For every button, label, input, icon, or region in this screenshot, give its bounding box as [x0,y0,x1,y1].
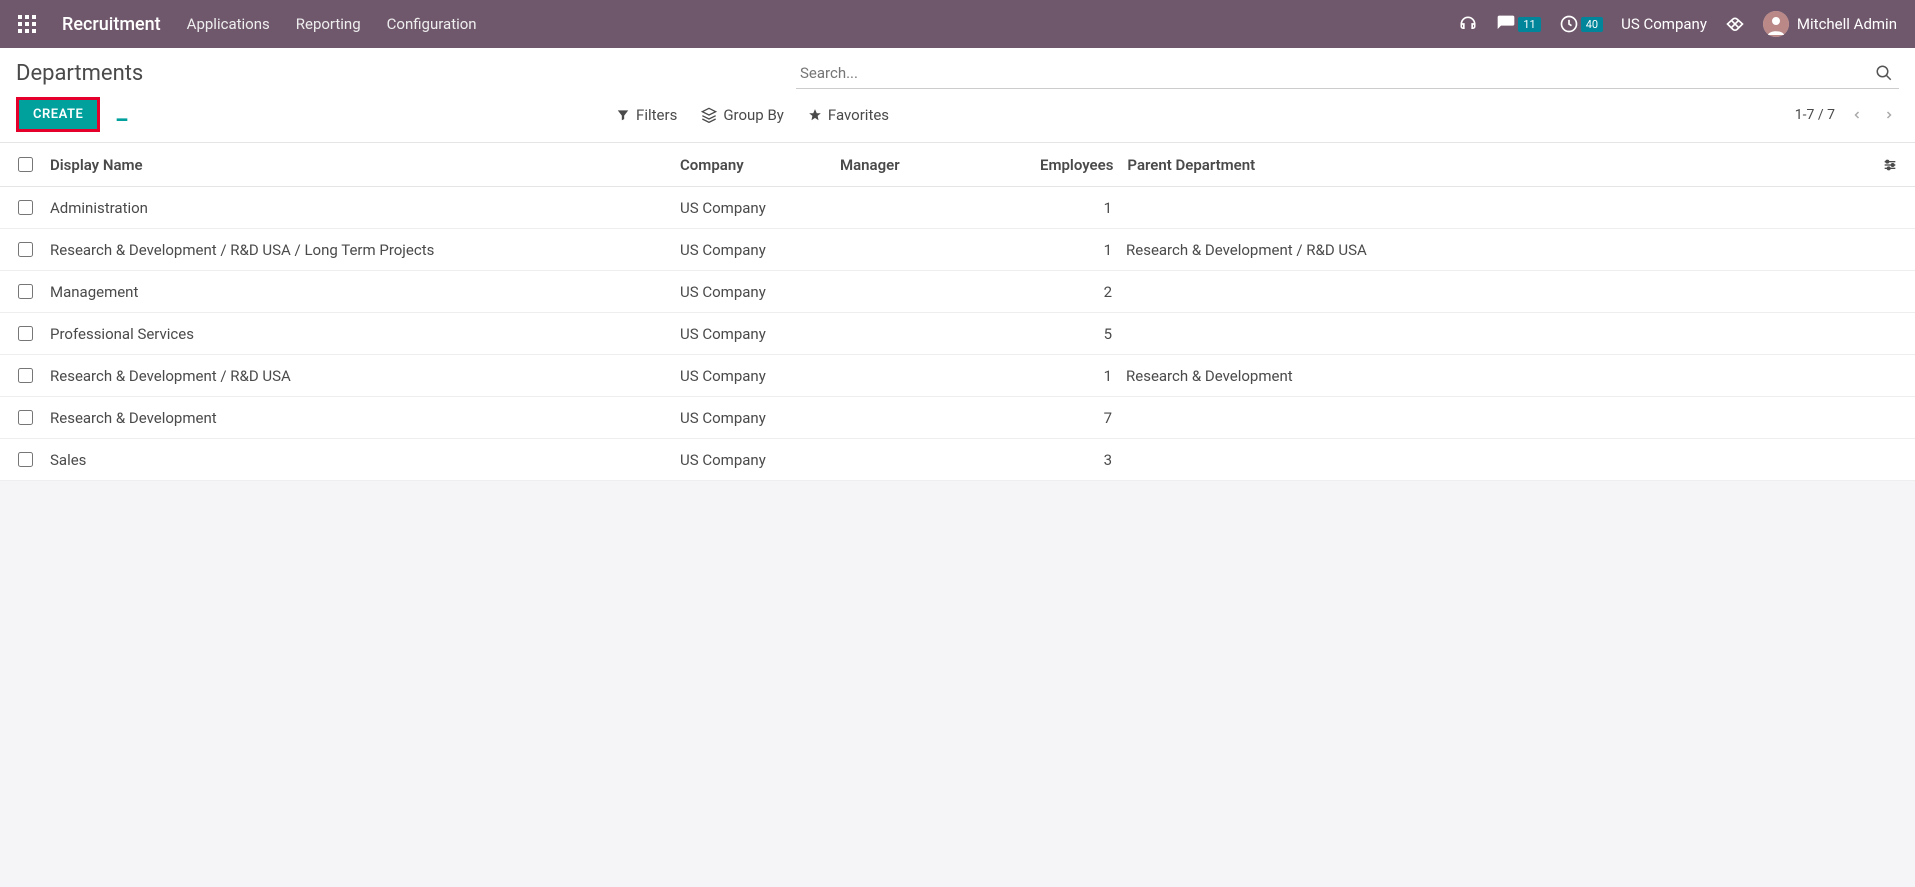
groupby-button[interactable]: Group By [701,106,784,124]
user-menu[interactable]: Mitchell Admin [1763,11,1897,37]
cell-parent-dept: Research & Development / R&D USA [1120,241,1865,259]
row-checkbox[interactable] [18,242,33,257]
row-checkbox[interactable] [18,326,33,341]
create-button[interactable]: CREATE [16,97,100,132]
cell-display-name: Research & Development / R&D USA / Long … [50,241,680,259]
menu-configuration[interactable]: Configuration [387,15,477,33]
col-manager[interactable]: Manager [840,156,1040,174]
cell-employees: 7 [1040,409,1120,427]
menu-reporting[interactable]: Reporting [296,15,361,33]
col-display-name[interactable]: Display Name [50,156,680,174]
cell-company: US Company [680,409,840,427]
cell-display-name: Research & Development / R&D USA [50,367,680,385]
groupby-label: Group By [723,106,784,124]
cell-employees: 1 [1040,367,1120,385]
topbar-left: Recruitment Applications Reporting Confi… [18,14,477,35]
controlbar: Departments CREATE Filters Group By Favo… [0,48,1915,143]
filters-button[interactable]: Filters [616,106,677,124]
user-name: Mitchell Admin [1797,15,1897,33]
table-row[interactable]: AdministrationUS Company 1 [0,187,1915,229]
col-employees[interactable]: Employees [1040,156,1121,174]
activities-icon[interactable]: 40 [1559,14,1603,34]
topbar-right: 11 40 US Company Mitchell Admin [1458,11,1897,37]
cell-company: US Company [680,325,840,343]
search-icon[interactable] [1869,64,1899,82]
brand-title[interactable]: Recruitment [62,14,161,35]
search-bar[interactable] [796,58,1899,89]
cell-company: US Company [680,451,840,469]
list-header: Display Name Company Manager Employees P… [0,143,1915,187]
avatar [1763,11,1789,37]
pager-text[interactable]: 1-7 / 7 [1795,107,1835,123]
row-checkbox[interactable] [18,452,33,467]
row-checkbox[interactable] [18,368,33,383]
cell-company: US Company [680,283,840,301]
cell-company: US Company [680,241,840,259]
menu-applications[interactable]: Applications [187,15,270,33]
cell-display-name: Management [50,283,680,301]
filters-label: Filters [636,106,677,124]
list-view: Display Name Company Manager Employees P… [0,143,1915,481]
cell-display-name: Professional Services [50,325,680,343]
favorites-button[interactable]: Favorites [808,106,889,124]
import-icon[interactable] [114,107,130,123]
row-checkbox[interactable] [18,410,33,425]
star-icon [808,108,822,122]
cell-display-name: Research & Development [50,409,680,427]
cell-display-name: Administration [50,199,680,217]
cell-employees: 3 [1040,451,1120,469]
discuss-badge: 11 [1518,17,1540,32]
table-row[interactable]: ManagementUS Company 2 [0,271,1915,313]
cell-company: US Company [680,199,840,217]
optional-fields-icon[interactable] [1865,157,1915,173]
apps-icon[interactable] [18,15,36,33]
select-all-checkbox[interactable] [18,157,33,172]
company-switcher[interactable]: US Company [1621,15,1707,33]
row-checkbox[interactable] [18,200,33,215]
table-row[interactable]: Research & Development / R&D USAUS Compa… [0,355,1915,397]
cell-employees: 5 [1040,325,1120,343]
row-checkbox[interactable] [18,284,33,299]
topbar: Recruitment Applications Reporting Confi… [0,0,1915,48]
support-icon[interactable] [1458,14,1478,34]
discuss-icon[interactable]: 11 [1496,14,1540,34]
cell-employees: 2 [1040,283,1120,301]
funnel-icon [616,108,630,122]
page-title: Departments [16,61,143,86]
activities-badge: 40 [1581,17,1603,32]
col-company[interactable]: Company [680,156,840,174]
search-input[interactable] [796,58,1869,88]
favorites-label: Favorites [828,106,889,124]
debug-icon[interactable] [1725,14,1745,34]
cell-display-name: Sales [50,451,680,469]
table-row[interactable]: Professional ServicesUS Company 5 [0,313,1915,355]
table-row[interactable]: Research & Development / R&D USA / Long … [0,229,1915,271]
cell-employees: 1 [1040,241,1120,259]
cell-parent-dept: Research & Development [1120,367,1865,385]
table-row[interactable]: SalesUS Company 3 [0,439,1915,481]
col-parent-dept[interactable]: Parent Department [1121,156,1865,174]
cell-company: US Company [680,367,840,385]
cell-employees: 1 [1040,199,1120,217]
pager-next[interactable] [1879,109,1899,121]
layers-icon [701,107,717,123]
pager-prev[interactable] [1847,109,1867,121]
table-row[interactable]: Research & DevelopmentUS Company 7 [0,397,1915,439]
